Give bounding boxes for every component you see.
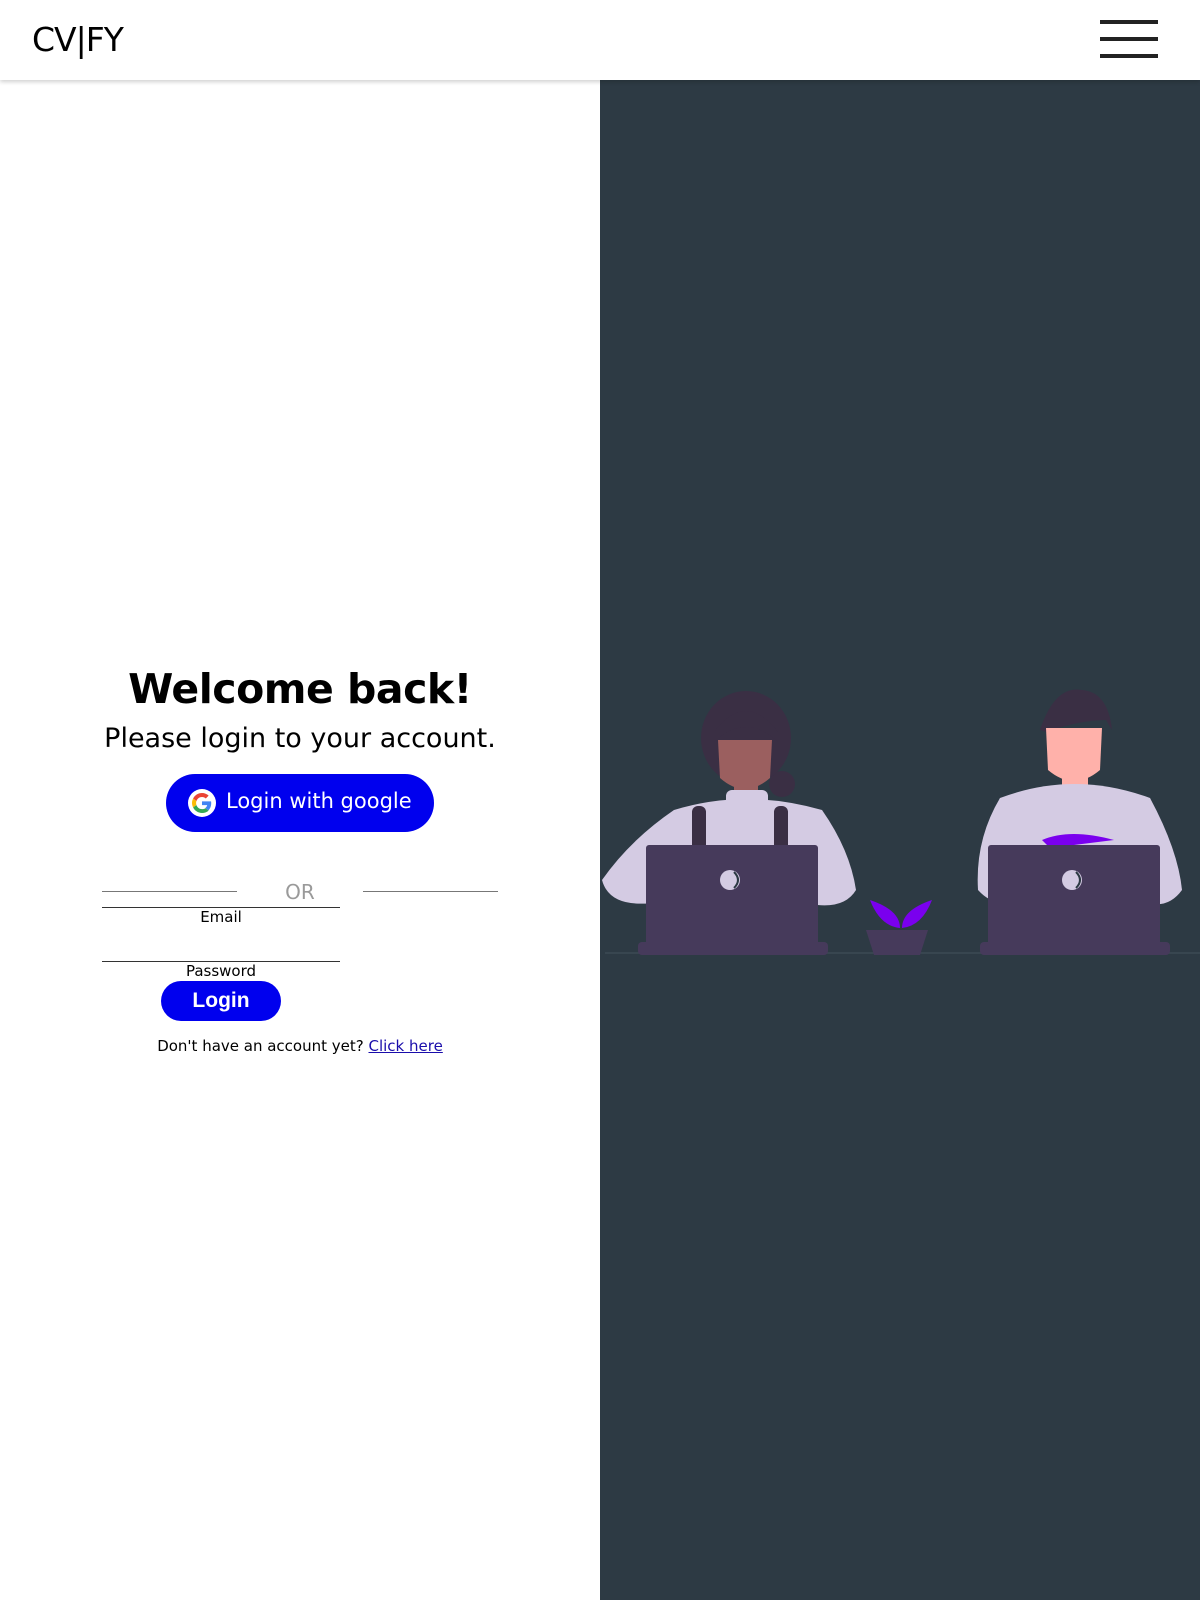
google-login-button[interactable]: Login with google xyxy=(166,774,434,832)
login-panel: Welcome back! Please login to your accou… xyxy=(0,80,600,1600)
plant-decoration xyxy=(866,900,932,955)
hamburger-bar xyxy=(1100,20,1158,24)
email-label: Email xyxy=(200,908,242,926)
top-navbar: CV|FY xyxy=(0,0,1200,80)
password-label: Password xyxy=(185,962,257,980)
signup-prompt-text: Don't have an account yet? xyxy=(157,1037,364,1055)
password-field[interactable] xyxy=(102,934,340,962)
google-logo-icon xyxy=(188,789,216,817)
left-laptop xyxy=(638,845,828,955)
hamburger-bar xyxy=(1100,54,1158,58)
right-laptop xyxy=(980,845,1170,955)
illustration-panel xyxy=(600,80,1200,1600)
divider-right xyxy=(363,891,498,892)
login-button[interactable]: Login xyxy=(161,981,281,1021)
hamburger-menu-icon[interactable] xyxy=(1100,20,1158,60)
email-field[interactable] xyxy=(102,880,340,908)
signup-prompt: Don't have an account yet? Click here xyxy=(0,1037,600,1055)
welcome-title: Welcome back! xyxy=(128,665,472,713)
brand-logo[interactable]: CV|FY xyxy=(32,20,124,59)
login-subtitle: Please login to your account. xyxy=(104,723,496,754)
google-login-label: Login with google xyxy=(226,789,412,813)
hamburger-bar xyxy=(1100,37,1158,41)
signup-link[interactable]: Click here xyxy=(369,1037,443,1055)
people-with-laptops-illustration xyxy=(602,689,1200,955)
